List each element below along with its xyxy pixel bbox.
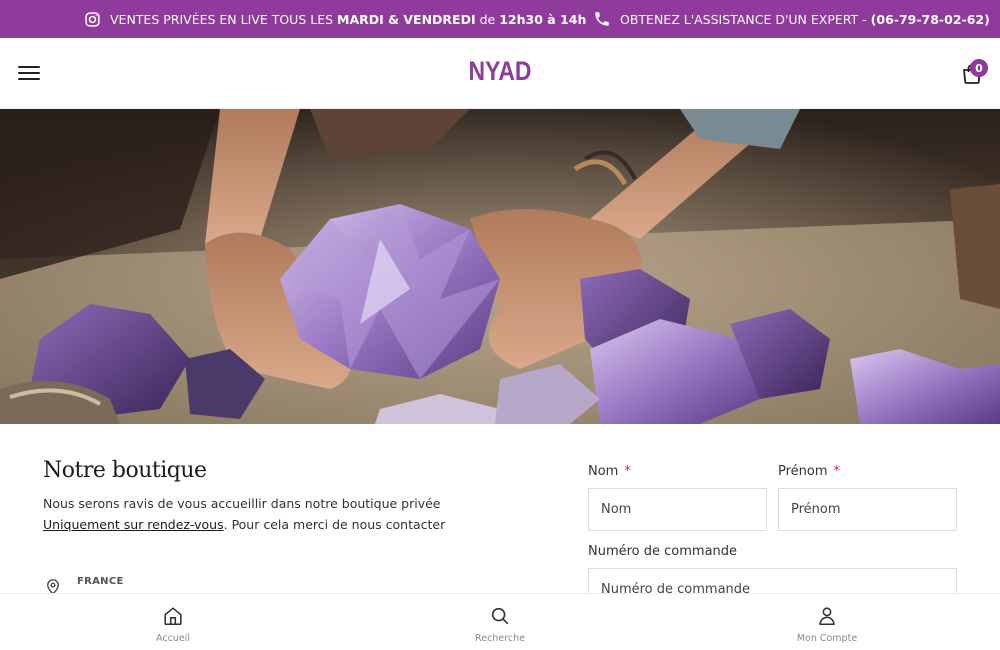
commande-label: Numéro de commande — [588, 544, 738, 559]
nav-mon-compte[interactable]: Mon Compte — [767, 594, 887, 650]
nav-label: Mon Compte — [796, 633, 858, 644]
shop-country: FRANCE — [77, 576, 124, 587]
required-marker: * — [833, 464, 841, 479]
nav-recherche[interactable]: Recherche — [440, 594, 560, 650]
nom-label: Nom * — [588, 464, 631, 479]
nom-input[interactable] — [588, 488, 767, 531]
nav-label: Recherche — [475, 633, 525, 644]
prenom-label: Prénom * — [778, 464, 841, 479]
live-sales-text: VENTES PRIVÉES EN LIVE TOUS LES MARDI & … — [110, 11, 587, 27]
appointment-link[interactable]: Uniquement sur rendez-vous — [43, 517, 224, 532]
expert-assistance[interactable]: OBTENEZ L'ASSISTANCE D'UN EXPERT - (06-7… — [593, 0, 990, 38]
instagram-icon — [84, 11, 101, 28]
home-icon — [164, 607, 182, 626]
search-icon — [491, 607, 509, 625]
expert-phone-number: (06-79-78-02-62) — [870, 11, 990, 27]
required-marker: * — [624, 464, 631, 479]
shop-title: Notre boutique — [43, 458, 207, 483]
bottom-navigation: Accueil Recherche Mon Compte — [0, 593, 1000, 650]
site-header: NYAD — [0, 38, 1000, 109]
live-sales-announcement[interactable]: VENTES PRIVÉES EN LIVE TOUS LES MARDI & … — [84, 0, 586, 38]
hero-image — [0, 109, 1000, 424]
nav-accueil[interactable]: Accueil — [113, 594, 233, 650]
site-logo[interactable]: NYAD — [0, 56, 1000, 87]
cart-count-badge: 0 — [970, 59, 988, 77]
expert-assistance-text: OBTENEZ L'ASSISTANCE D'UN EXPERT - (06-7… — [620, 11, 990, 27]
nav-label: Accueil — [156, 633, 190, 644]
prenom-input[interactable] — [778, 488, 957, 531]
user-icon — [819, 607, 835, 626]
shop-description: Nous serons ravis de vous accueillir dan… — [43, 496, 446, 532]
phone-icon — [593, 10, 611, 28]
announcement-bar: VENTES PRIVÉES EN LIVE TOUS LES MARDI & … — [0, 0, 1000, 38]
